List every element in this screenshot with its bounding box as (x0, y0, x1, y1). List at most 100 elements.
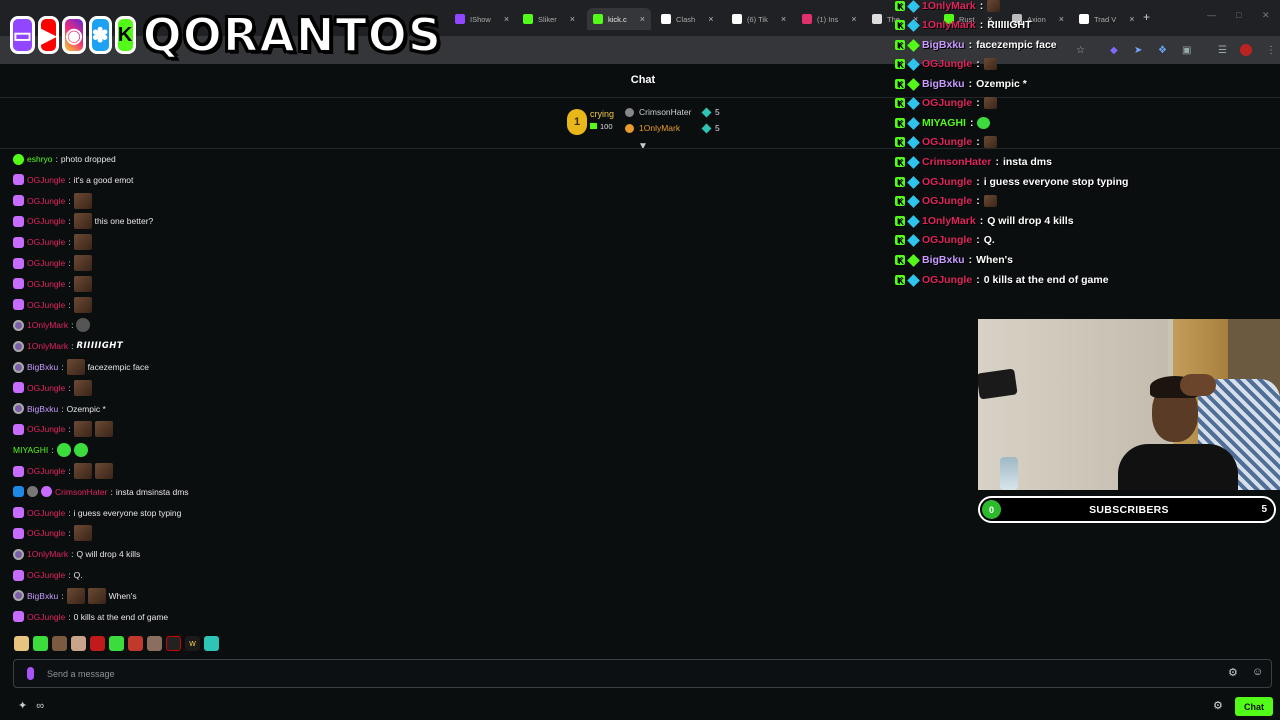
chat-username[interactable]: OGJungle (27, 300, 65, 310)
extension-icon[interactable]: ➤ (1134, 45, 1142, 56)
chat-message[interactable]: OGJungle: (13, 379, 92, 397)
chat-message[interactable]: BigBxku: When's (13, 587, 137, 605)
send-chat-button[interactable]: Chat (1235, 697, 1273, 716)
chat-message[interactable]: OGJungle: (13, 254, 92, 272)
chat-username[interactable]: 1OnlyMark (27, 341, 68, 351)
emote-icon[interactable] (71, 636, 86, 651)
chat-message[interactable]: OGJungle: (13, 420, 113, 438)
chat-username[interactable]: CrimsonHater (55, 487, 107, 497)
emoji-icon[interactable]: ☺ (1252, 666, 1263, 678)
browser-tab[interactable]: Sliker × (517, 8, 581, 30)
chat-message[interactable]: 1OnlyMark: Q will drop 4 kills (13, 545, 140, 563)
menu-icon[interactable]: ⋮ (1266, 45, 1276, 56)
chat-username[interactable]: OGJungle (27, 196, 65, 206)
browser-tab[interactable]: IShow × (449, 8, 515, 30)
chat-leaderboard[interactable]: 1 crying 100 CrimsonHater 5 1OnlyMark 5 (567, 105, 737, 145)
reading-list-icon[interactable]: ☰ (1218, 45, 1227, 56)
chat-username[interactable]: OGJungle (27, 612, 65, 622)
chat-message[interactable]: eshryo: photo dropped (13, 150, 116, 168)
emote-icon[interactable] (166, 636, 181, 651)
chat-message[interactable]: OGJungle: (13, 462, 113, 480)
chat-message[interactable]: OGJungle: it's a good emot (13, 171, 133, 189)
emote-icon (73, 463, 92, 479)
chat-message-text: 0 kills at the end of game (73, 611, 169, 622)
emote-icon[interactable] (147, 636, 162, 651)
close-tab-icon[interactable]: × (708, 14, 713, 24)
browser-tab[interactable]: Clash × (655, 8, 719, 30)
chat-username[interactable]: OGJungle (27, 383, 65, 393)
chat-message[interactable]: MIYAGHI: (13, 441, 88, 459)
separator: : (68, 278, 71, 289)
chat-username[interactable]: BigBxku (27, 362, 58, 372)
chat-message[interactable]: OGJungle: (13, 275, 92, 293)
chat-message[interactable]: OGJungle: (13, 296, 92, 314)
bookmark-star-icon[interactable]: ☆ (1076, 45, 1085, 56)
chat-username[interactable]: OGJungle (27, 466, 65, 476)
chat-username[interactable]: OGJungle (27, 237, 65, 247)
browser-tab[interactable]: Trad V × (1073, 8, 1141, 30)
extension-icon[interactable]: ◆ (1110, 45, 1118, 56)
emote-icon[interactable] (90, 636, 105, 651)
chat-message[interactable]: BigBxku: Ozempic * (13, 400, 106, 418)
chat-message[interactable]: OGJungle: Q. (13, 566, 83, 584)
infinity-icon[interactable]: ∞ (36, 700, 44, 712)
chat-input-box[interactable]: ⚙ ☺ (13, 659, 1272, 688)
close-tab-icon[interactable]: × (1129, 14, 1134, 24)
chat-username[interactable]: OGJungle (27, 570, 65, 580)
chat-message[interactable]: BigBxku: facezempic face (13, 358, 149, 376)
minimize-icon[interactable]: — (1207, 10, 1216, 20)
chat-username[interactable]: 1OnlyMark (27, 549, 68, 559)
browser-tab[interactable]: kick.c × (587, 8, 652, 30)
maximize-icon[interactable]: □ (1236, 10, 1241, 20)
chat-message[interactable]: CrimsonHater: insta dmsinsta dms (13, 483, 189, 501)
close-tab-icon[interactable]: × (1059, 14, 1064, 24)
close-tab-icon[interactable]: × (851, 14, 856, 24)
microphone-icon[interactable] (27, 667, 34, 680)
new-tab-button[interactable]: + (1143, 10, 1150, 24)
chat-message[interactable]: OGJungle: (13, 233, 92, 251)
separator: : (979, 215, 984, 227)
chat-username[interactable]: OGJungle (27, 508, 65, 518)
chat-username[interactable]: OGJungle (27, 258, 65, 268)
close-tab-icon[interactable]: × (640, 14, 645, 24)
chat-message[interactable]: 1OnlyMark: RIIIIIGHT (13, 337, 123, 355)
emote-icon[interactable] (109, 636, 124, 651)
chat-message[interactable]: OGJungle: (13, 192, 92, 210)
browser-tab[interactable]: (6) Tik × (726, 8, 792, 30)
browser-tab[interactable]: (1) Ins × (796, 8, 863, 30)
pinned-messages-icon[interactable]: ▼ (638, 141, 648, 152)
chat-username[interactable]: BigBxku (27, 591, 58, 601)
separator: : (68, 611, 71, 622)
chat-message[interactable]: OGJungle: (13, 524, 92, 542)
chat-username[interactable]: 1OnlyMark (27, 320, 68, 330)
chat-username[interactable]: OGJungle (27, 279, 65, 289)
emote-icon[interactable] (204, 636, 219, 651)
chat-username[interactable]: eshryo (27, 154, 53, 164)
chat-input[interactable] (47, 666, 1197, 682)
chat-message[interactable]: OGJungle: this one better? (13, 212, 153, 230)
chat-username[interactable]: OGJungle (27, 424, 65, 434)
emote-icon[interactable] (128, 636, 143, 651)
chat-message[interactable]: OGJungle:0 kills at the end of game (13, 608, 168, 626)
close-window-icon[interactable]: ✕ (1262, 10, 1270, 21)
extension-icon[interactable]: ❖ (1158, 45, 1167, 56)
close-tab-icon[interactable]: × (781, 14, 786, 24)
close-tab-icon[interactable]: × (570, 14, 575, 24)
chat-username[interactable]: OGJungle (27, 528, 65, 538)
chat-username[interactable]: OGJungle (27, 175, 65, 185)
emote-icon[interactable] (52, 636, 67, 651)
profile-avatar-icon[interactable] (1240, 44, 1252, 56)
close-tab-icon[interactable]: × (504, 14, 509, 24)
emote-icon[interactable] (14, 636, 29, 651)
chat-username[interactable]: BigBxku (27, 404, 58, 414)
emote-icon[interactable] (33, 636, 48, 651)
command-icon[interactable]: ⚙ (1228, 666, 1238, 679)
emote-icon[interactable]: w (185, 636, 200, 651)
kick-points-icon[interactable]: ✦ (18, 700, 27, 712)
chat-username[interactable]: OGJungle (27, 216, 65, 226)
chat-message[interactable]: OGJungle: i guess everyone stop typing (13, 504, 181, 522)
chat-username[interactable]: MIYAGHI (13, 445, 48, 455)
chat-message[interactable]: 1OnlyMark: (13, 316, 91, 334)
puzzle-icon[interactable]: ▣ (1182, 45, 1191, 56)
chat-settings-gear-icon[interactable]: ⚙ (1213, 699, 1223, 712)
